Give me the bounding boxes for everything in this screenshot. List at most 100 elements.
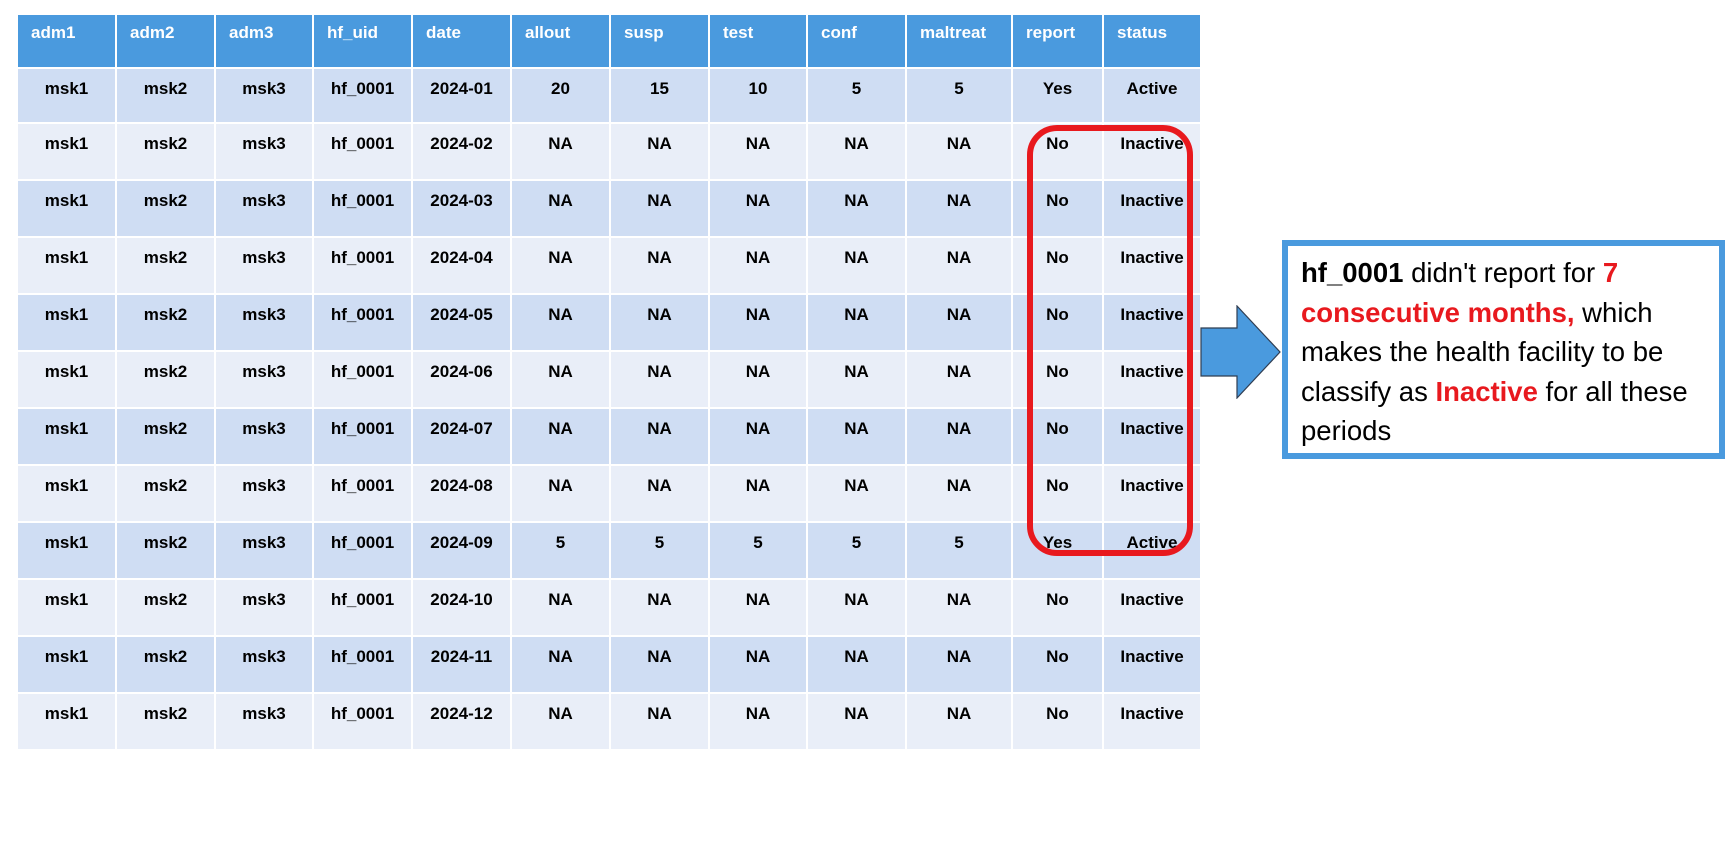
- cell-adm2: msk2: [117, 124, 216, 181]
- cell-adm3: msk3: [216, 181, 314, 238]
- cell-susp: NA: [611, 181, 710, 238]
- explanation-callout: hf_0001 didn't report for 7 consecutive …: [1282, 240, 1725, 459]
- callout-months-count: 7: [1602, 257, 1619, 288]
- cell-report: No: [1013, 694, 1104, 751]
- cell-status: Inactive: [1104, 352, 1202, 409]
- cell-date: 2024-05: [413, 295, 512, 352]
- callout-text-part-1: didn't report for: [1403, 257, 1603, 288]
- cell-adm1: msk1: [18, 409, 117, 466]
- cell-test: NA: [710, 238, 808, 295]
- cell-susp: 5: [611, 523, 710, 580]
- cell-status: Inactive: [1104, 694, 1202, 751]
- cell-report: Yes: [1013, 523, 1104, 580]
- cell-adm3: msk3: [216, 352, 314, 409]
- cell-test: 5: [710, 523, 808, 580]
- table-row: msk1 msk2 msk3 hf_0001 2024-07 NA NA NA NA NA No In…: [18, 409, 1202, 466]
- cell-test: NA: [710, 694, 808, 751]
- cell-test: NA: [710, 580, 808, 637]
- cell-report: No: [1013, 238, 1104, 295]
- cell-adm1: msk1: [18, 181, 117, 238]
- cell-susp: NA: [611, 124, 710, 181]
- column-header-allout: allout: [512, 15, 611, 69]
- cell-allout: NA: [512, 238, 611, 295]
- cell-adm1: msk1: [18, 466, 117, 523]
- cell-report: No: [1013, 295, 1104, 352]
- cell-date: 2024-10: [413, 580, 512, 637]
- cell-date: 2024-07: [413, 409, 512, 466]
- cell-susp: NA: [611, 295, 710, 352]
- cell-status: Inactive: [1104, 409, 1202, 466]
- cell-date: 2024-11: [413, 637, 512, 694]
- cell-conf: NA: [808, 124, 907, 181]
- right-arrow-icon: [1200, 305, 1281, 399]
- cell-test: 10: [710, 69, 808, 124]
- cell-adm1: msk1: [18, 637, 117, 694]
- table-row: msk1 msk2 msk3 hf_0001 2024-01 20 15 10 5 5 Yes Act…: [18, 69, 1202, 124]
- column-header-susp: susp: [611, 15, 710, 69]
- cell-adm2: msk2: [117, 69, 216, 124]
- cell-susp: NA: [611, 637, 710, 694]
- callout-facility-id: hf_0001: [1301, 257, 1404, 288]
- cell-maltreat: NA: [907, 637, 1013, 694]
- cell-adm2: msk2: [117, 637, 216, 694]
- cell-adm1: msk1: [18, 694, 117, 751]
- cell-maltreat: NA: [907, 295, 1013, 352]
- cell-adm3: msk3: [216, 238, 314, 295]
- cell-maltreat: NA: [907, 352, 1013, 409]
- table-row: msk1 msk2 msk3 hf_0001 2024-02 NA NA NA NA NA No In…: [18, 124, 1202, 181]
- table-header-row: adm1 adm2 adm3 hf_uid date allout susp t…: [18, 15, 1202, 69]
- cell-allout: NA: [512, 409, 611, 466]
- cell-conf: NA: [808, 580, 907, 637]
- cell-adm3: msk3: [216, 580, 314, 637]
- column-header-adm2: adm2: [117, 15, 216, 69]
- cell-hf-uid: hf_0001: [314, 580, 413, 637]
- cell-test: NA: [710, 637, 808, 694]
- cell-conf: NA: [808, 238, 907, 295]
- column-header-date: date: [413, 15, 512, 69]
- table-body: msk1 msk2 msk3 hf_0001 2024-01 20 15 10 5 5 Yes Act…: [18, 69, 1202, 751]
- cell-hf-uid: hf_0001: [314, 694, 413, 751]
- cell-date: 2024-08: [413, 466, 512, 523]
- column-header-report: report: [1013, 15, 1104, 69]
- cell-date: 2024-04: [413, 238, 512, 295]
- cell-hf-uid: hf_0001: [314, 69, 413, 124]
- column-header-adm3: adm3: [216, 15, 314, 69]
- table-row: msk1 msk2 msk3 hf_0001 2024-06 NA NA NA NA NA No In…: [18, 352, 1202, 409]
- cell-susp: NA: [611, 694, 710, 751]
- cell-adm1: msk1: [18, 580, 117, 637]
- cell-hf-uid: hf_0001: [314, 124, 413, 181]
- cell-allout: 5: [512, 523, 611, 580]
- cell-adm3: msk3: [216, 523, 314, 580]
- cell-adm1: msk1: [18, 124, 117, 181]
- table-row: msk1 msk2 msk3 hf_0001 2024-11 NA NA NA NA NA No In…: [18, 637, 1202, 694]
- cell-maltreat: 5: [907, 523, 1013, 580]
- cell-adm2: msk2: [117, 352, 216, 409]
- cell-susp: NA: [611, 580, 710, 637]
- column-header-test: test: [710, 15, 808, 69]
- cell-report: No: [1013, 409, 1104, 466]
- cell-adm3: msk3: [216, 466, 314, 523]
- cell-test: NA: [710, 352, 808, 409]
- cell-date: 2024-12: [413, 694, 512, 751]
- table-row: msk1 msk2 msk3 hf_0001 2024-09 5 5 5 5 5 Yes Active: [18, 523, 1202, 580]
- cell-adm2: msk2: [117, 694, 216, 751]
- cell-hf-uid: hf_0001: [314, 409, 413, 466]
- cell-adm1: msk1: [18, 295, 117, 352]
- cell-adm2: msk2: [117, 295, 216, 352]
- cell-conf: NA: [808, 352, 907, 409]
- cell-status: Inactive: [1104, 580, 1202, 637]
- cell-test: NA: [710, 124, 808, 181]
- table-row: msk1 msk2 msk3 hf_0001 2024-10 NA NA NA NA NA No In…: [18, 580, 1202, 637]
- column-header-hf-uid: hf_uid: [314, 15, 413, 69]
- cell-report: No: [1013, 637, 1104, 694]
- cell-hf-uid: hf_0001: [314, 637, 413, 694]
- cell-maltreat: NA: [907, 580, 1013, 637]
- callout-status-word: Inactive: [1435, 375, 1538, 407]
- cell-allout: NA: [512, 637, 611, 694]
- cell-conf: NA: [808, 409, 907, 466]
- cell-test: NA: [710, 466, 808, 523]
- cell-allout: NA: [512, 124, 611, 181]
- column-header-conf: conf: [808, 15, 907, 69]
- cell-report: No: [1013, 181, 1104, 238]
- cell-adm1: msk1: [18, 238, 117, 295]
